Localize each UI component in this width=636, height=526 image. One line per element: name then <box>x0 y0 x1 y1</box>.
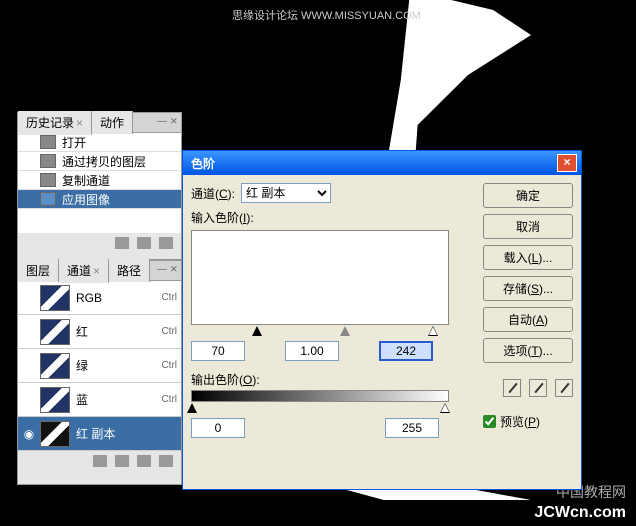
dialog-title: 色阶 <box>187 155 557 172</box>
preview-checkbox-input[interactable] <box>483 415 496 428</box>
watermark-top: 思缘设计论坛 WWW.MISSYUAN.COM <box>232 7 421 23</box>
history-step-icon <box>40 154 56 168</box>
channel-green[interactable]: 绿 Ctrl <box>18 349 181 383</box>
dialog-body: 通道(C): 红 副本 输入色阶(I): 输出色阶(O): <box>183 175 581 491</box>
input-values-row <box>191 341 461 361</box>
levels-dialog: 色阶 × 通道(C): 红 副本 输入色阶(I): 输出色阶(O): <box>182 150 582 490</box>
options-button[interactable]: 选项(T)... <box>483 338 573 363</box>
load-selection-icon[interactable] <box>93 455 107 467</box>
output-white-field[interactable] <box>385 418 439 438</box>
gamma-slider[interactable] <box>340 326 350 336</box>
history-list: 打开 通过拷贝的图层 复制通道 应用图像 <box>18 133 181 233</box>
channel-shortcut: Ctrl <box>161 394 177 405</box>
tab-paths[interactable]: 路径 <box>109 259 150 282</box>
history-item-label: 通过拷贝的图层 <box>62 153 146 170</box>
channel-shortcut: Ctrl <box>161 360 177 371</box>
output-levels-label: 输出色阶(O): <box>191 371 461 388</box>
channels-list: RGB Ctrl 红 Ctrl 绿 Ctrl 蓝 Ctrl ◉ 红 副本 <box>18 281 181 451</box>
output-white-slider[interactable] <box>440 403 450 413</box>
output-black-field[interactable] <box>191 418 245 438</box>
panel-controls-channels[interactable]: — ⨯ <box>154 264 178 275</box>
channel-shortcut: Ctrl <box>161 292 177 303</box>
gray-eyedropper-icon[interactable] <box>529 379 547 397</box>
ok-button[interactable]: 确定 <box>483 183 573 208</box>
output-values-row <box>191 418 461 438</box>
history-step-icon <box>40 173 56 187</box>
channel-rgb[interactable]: RGB Ctrl <box>18 281 181 315</box>
channel-thumb-icon <box>40 353 70 379</box>
output-black-slider[interactable] <box>187 403 197 413</box>
history-item-open[interactable]: 打开 <box>18 133 181 152</box>
eyedroppers <box>483 379 573 397</box>
tab-history[interactable]: 历史记录× <box>18 111 92 135</box>
history-item-label: 应用图像 <box>62 191 110 208</box>
history-item-label: 打开 <box>62 134 86 151</box>
channel-shortcut: Ctrl <box>161 326 177 337</box>
history-item-apply-image[interactable]: 应用图像 <box>18 190 181 209</box>
dialog-titlebar[interactable]: 色阶 × <box>183 151 581 175</box>
channel-label: 绿 <box>76 357 88 374</box>
load-button[interactable]: 载入(L)... <box>483 245 573 270</box>
history-item-dup-channel[interactable]: 复制通道 <box>18 171 181 190</box>
tab-channels-label: 通道 <box>67 264 91 278</box>
history-item-copy-layer[interactable]: 通过拷贝的图层 <box>18 152 181 171</box>
channel-red[interactable]: 红 Ctrl <box>18 315 181 349</box>
trash-icon[interactable] <box>159 455 173 467</box>
history-panel: — ⨯ 历史记录× 动作 打开 通过拷贝的图层 复制通道 应用图像 <box>17 112 182 260</box>
new-channel-icon[interactable] <box>137 455 151 467</box>
save-button[interactable]: 存储(S)... <box>483 276 573 301</box>
histogram[interactable] <box>191 230 449 325</box>
close-icon[interactable]: × <box>93 264 100 278</box>
black-slider[interactable] <box>252 326 262 336</box>
auto-button[interactable]: 自动(A) <box>483 307 573 332</box>
input-white-field[interactable] <box>379 341 433 361</box>
tab-history-label: 历史记录 <box>26 116 74 130</box>
white-slider[interactable] <box>428 326 438 336</box>
tab-channels[interactable]: 通道× <box>59 259 109 283</box>
preview-checkbox[interactable]: 预览(P) <box>483 413 573 430</box>
tab-actions[interactable]: 动作 <box>92 111 133 134</box>
snapshot-icon[interactable] <box>115 237 129 249</box>
dialog-left-column: 通道(C): 红 副本 输入色阶(I): 输出色阶(O): <box>191 183 461 438</box>
channels-footer <box>18 451 181 471</box>
channel-thumb-icon <box>40 387 70 413</box>
channel-label: 红 <box>76 323 88 340</box>
cancel-button[interactable]: 取消 <box>483 214 573 239</box>
channel-thumb-icon <box>40 421 70 447</box>
visibility-icon[interactable]: ◉ <box>22 427 36 441</box>
input-levels-label: 输入色阶(I): <box>191 209 461 226</box>
black-eyedropper-icon[interactable] <box>503 379 521 397</box>
history-step-icon <box>40 135 56 149</box>
channel-label: RGB <box>76 291 102 305</box>
tab-layers[interactable]: 图层 <box>18 259 59 282</box>
channel-label: 红 副本 <box>76 425 115 442</box>
close-icon[interactable]: × <box>76 116 83 130</box>
new-state-icon[interactable] <box>137 237 151 249</box>
channel-thumb-icon <box>40 319 70 345</box>
channel-label-text: 通道(C): <box>191 185 235 202</box>
channel-row: 通道(C): 红 副本 <box>191 183 461 203</box>
history-step-icon <box>40 192 56 206</box>
preview-label: 预览(P) <box>500 413 540 430</box>
dialog-right-column: 确定 取消 载入(L)... 存储(S)... 自动(A) 选项(T)... 预… <box>483 183 573 430</box>
history-item-label: 复制通道 <box>62 172 110 189</box>
channel-select[interactable]: 红 副本 <box>241 183 331 203</box>
output-gradient[interactable] <box>191 390 449 402</box>
panel-controls-history[interactable]: — ⨯ <box>154 116 178 127</box>
channel-red-copy[interactable]: ◉ 红 副本 <box>18 417 181 451</box>
input-gamma-field[interactable] <box>285 341 339 361</box>
watermark-bottom: JCWcn.com <box>534 504 626 522</box>
channel-thumb-icon <box>40 285 70 311</box>
channel-label: 蓝 <box>76 391 88 408</box>
input-black-field[interactable] <box>191 341 245 361</box>
channel-blue[interactable]: 蓝 Ctrl <box>18 383 181 417</box>
history-footer <box>18 233 181 253</box>
trash-icon[interactable] <box>159 237 173 249</box>
white-eyedropper-icon[interactable] <box>555 379 573 397</box>
channels-panel: — ⨯ 图层 通道× 路径 RGB Ctrl 红 Ctrl 绿 Ctrl 蓝 Ctrl … <box>17 260 182 485</box>
save-selection-icon[interactable] <box>115 455 129 467</box>
dialog-close-button[interactable]: × <box>557 154 577 172</box>
